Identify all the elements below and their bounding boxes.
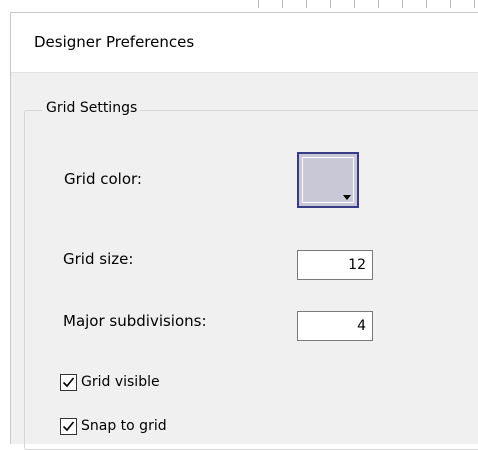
ruler-tick xyxy=(450,0,451,8)
ruler-tick xyxy=(282,0,283,8)
snap-to-grid-label: Snap to grid xyxy=(81,418,167,434)
snap-to-grid-checkbox[interactable] xyxy=(60,417,77,435)
ruler-tick xyxy=(258,0,259,8)
grid-color-picker[interactable] xyxy=(297,152,359,208)
grid-size-label: Grid size: xyxy=(63,250,134,268)
major-subdivisions-input[interactable]: 4 xyxy=(297,311,373,341)
grid-visible-label: Grid visible xyxy=(81,374,160,390)
ruler-tick xyxy=(306,0,307,8)
ruler-tick xyxy=(354,0,355,8)
checkmark-icon xyxy=(62,376,75,387)
chevron-down-icon xyxy=(343,195,351,200)
ruler-tick xyxy=(474,0,475,8)
grid-visible-checkbox[interactable] xyxy=(60,373,77,391)
checkmark-icon xyxy=(62,420,75,431)
major-subdivisions-label: Major subdivisions: xyxy=(63,312,207,330)
ruler-tick xyxy=(426,0,427,8)
grid-visible-checkbox-row[interactable]: Grid visible xyxy=(60,371,160,393)
grid-settings-group xyxy=(24,110,478,450)
grid-settings-legend: Grid Settings xyxy=(43,100,141,116)
ruler-tick xyxy=(378,0,379,8)
dialog-titlebar: Designer Preferences xyxy=(11,13,478,73)
ruler xyxy=(0,0,478,12)
grid-color-label: Grid color: xyxy=(64,170,142,188)
grid-size-input[interactable]: 12 xyxy=(297,250,373,280)
ruler-tick xyxy=(402,0,403,8)
ruler-tick xyxy=(330,0,331,8)
snap-to-grid-checkbox-row[interactable]: Snap to grid xyxy=(60,415,167,437)
dialog-title: Designer Preferences xyxy=(34,33,195,51)
